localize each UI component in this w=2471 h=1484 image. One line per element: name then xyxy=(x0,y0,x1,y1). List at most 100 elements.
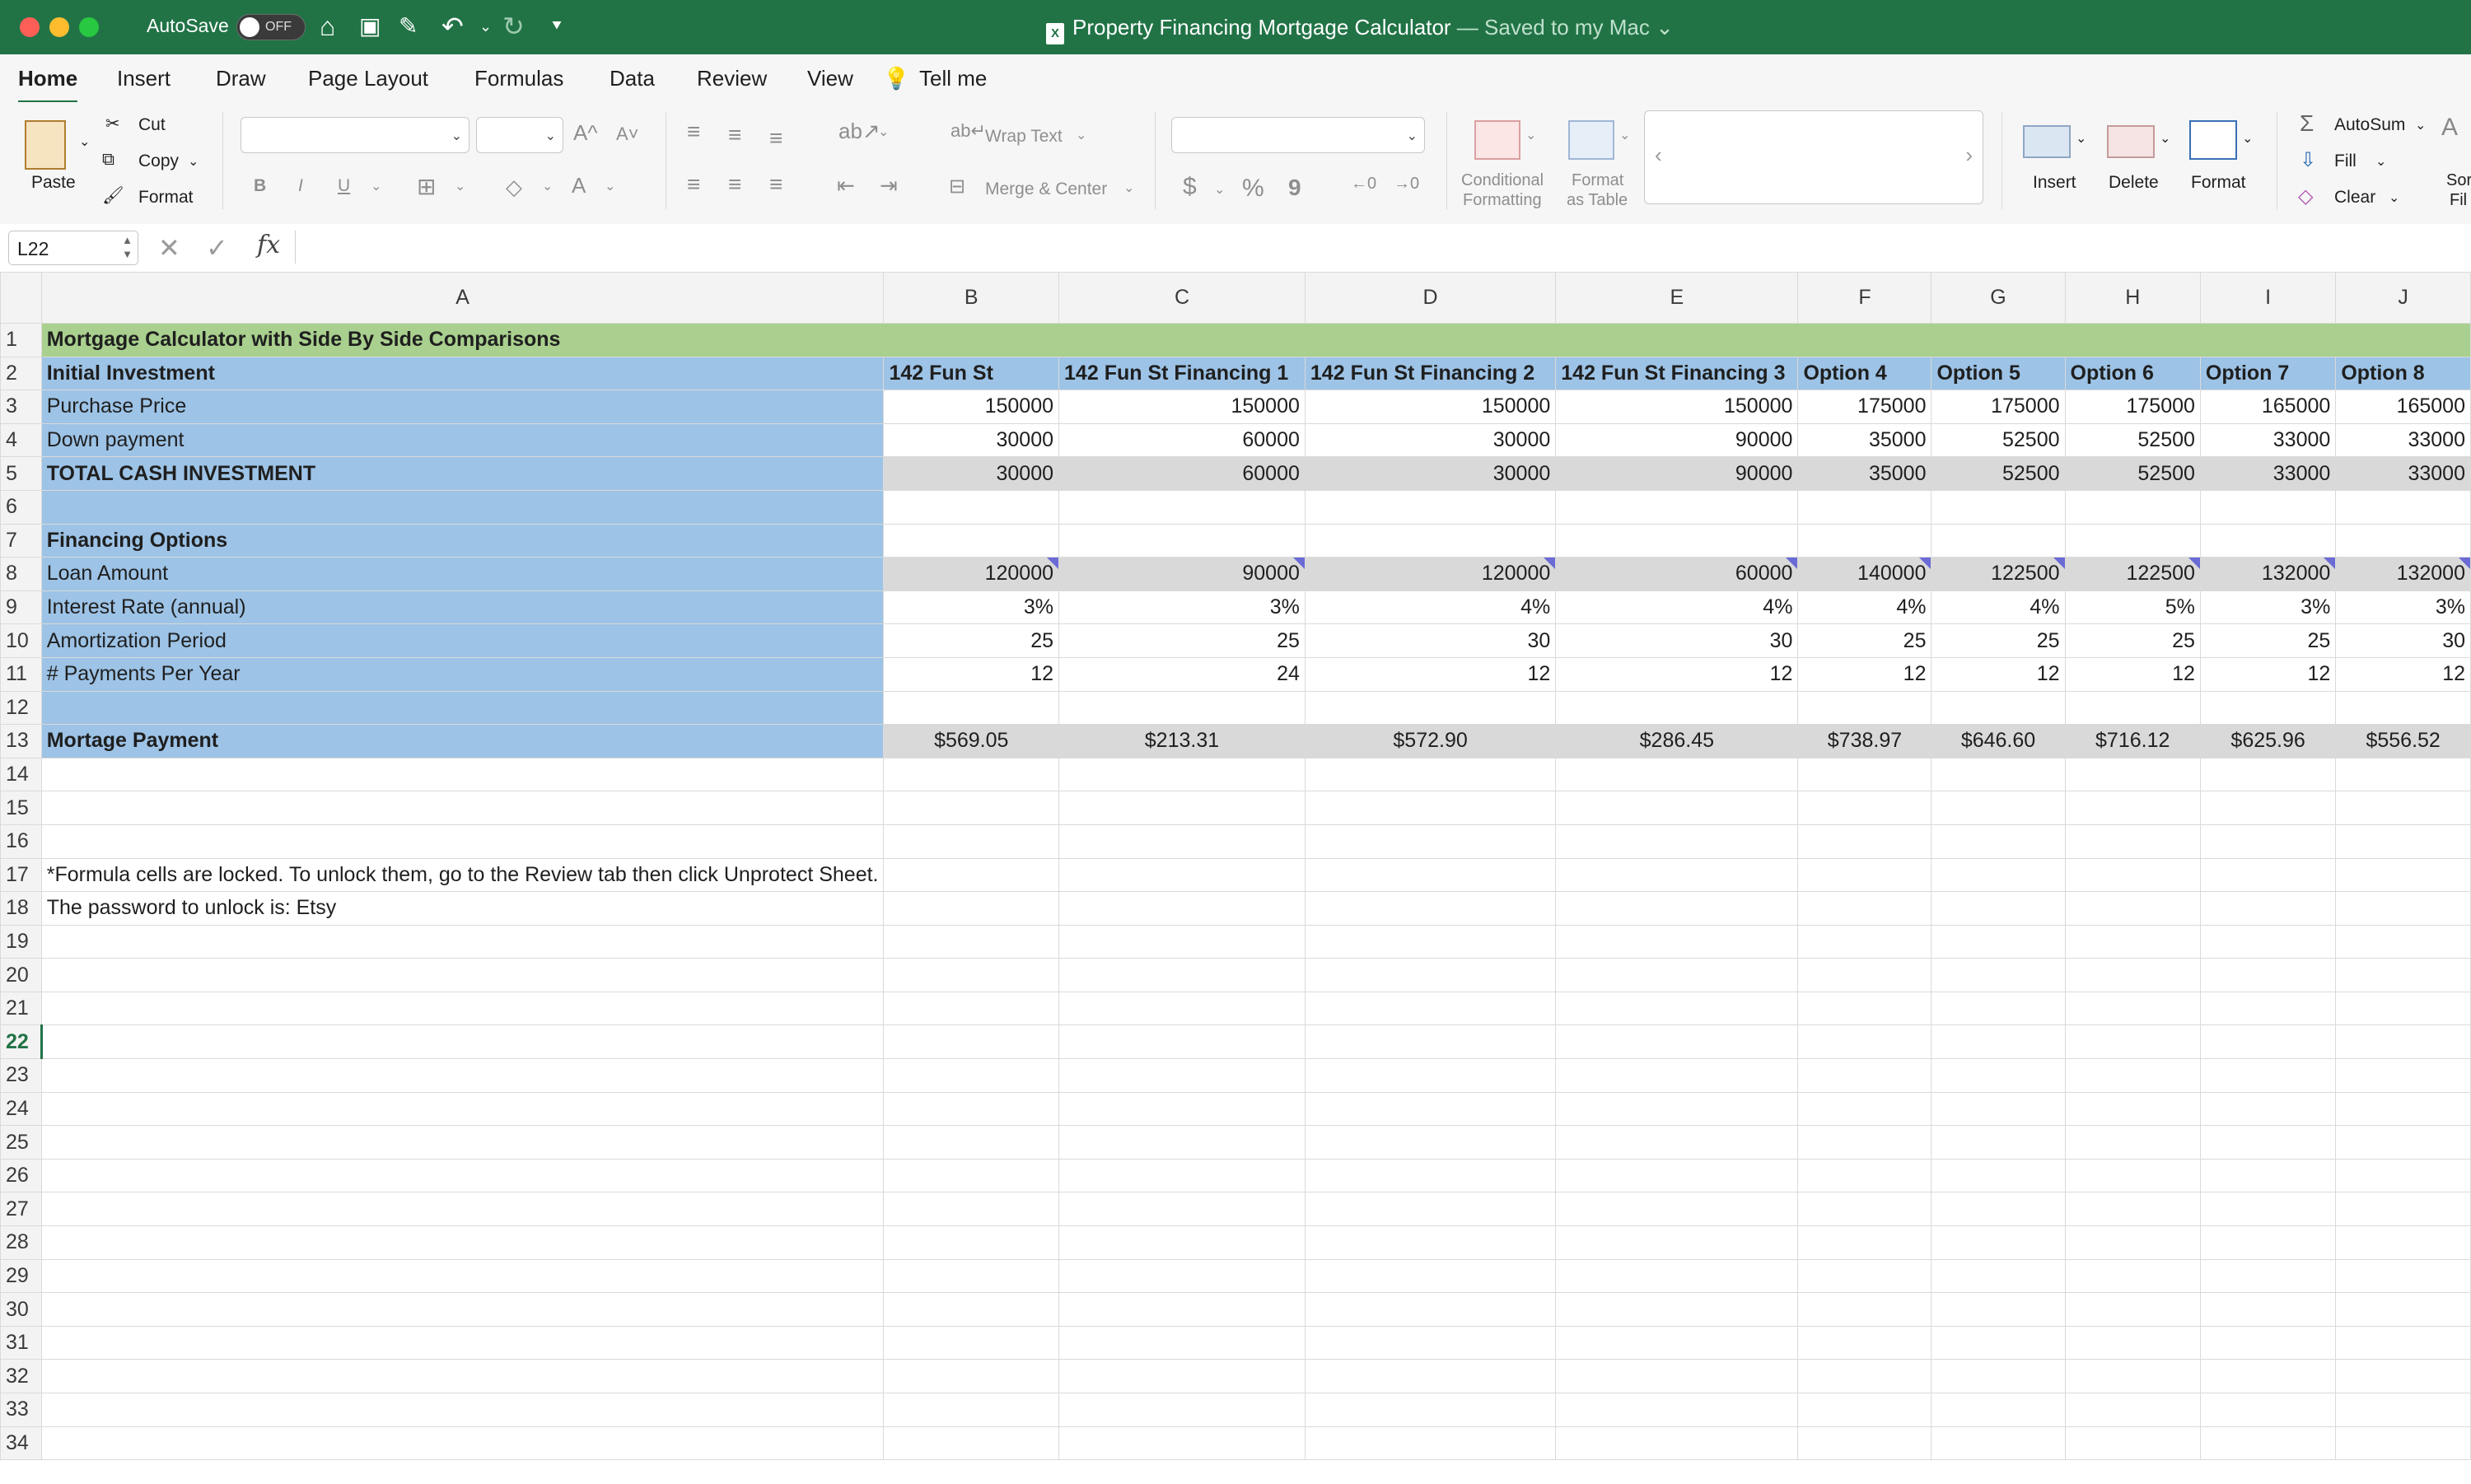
cell[interactable] xyxy=(2335,991,2471,1026)
cell[interactable] xyxy=(40,958,885,992)
cell[interactable] xyxy=(1931,1125,2066,1160)
cell[interactable] xyxy=(2199,891,2337,926)
cell[interactable] xyxy=(1304,924,1557,959)
cell[interactable] xyxy=(40,1058,885,1093)
cell[interactable] xyxy=(883,1158,1060,1193)
cell[interactable]: $572.90 xyxy=(1304,724,1557,758)
cell[interactable] xyxy=(1304,1091,1557,1127)
cell[interactable] xyxy=(883,824,1060,859)
cell[interactable]: 60000 xyxy=(1058,456,1306,491)
tab-draw[interactable]: Draw xyxy=(216,66,266,91)
cell[interactable] xyxy=(1931,1426,2066,1461)
insert-cells-icon[interactable] xyxy=(2023,125,2071,158)
cell[interactable] xyxy=(2335,924,2471,959)
cell[interactable] xyxy=(2064,1024,2201,1060)
format-as-table-label-2[interactable]: as Table xyxy=(1567,191,1628,210)
decrease-decimal-icon[interactable]: →0 xyxy=(1394,175,1419,194)
cell[interactable]: 25 xyxy=(1931,623,2066,658)
select-all-corner[interactable] xyxy=(0,272,42,324)
align-center-icon[interactable]: ≡ xyxy=(728,171,741,198)
row-header[interactable]: 33 xyxy=(0,1393,42,1427)
cell[interactable] xyxy=(1555,1225,1799,1260)
cell[interactable] xyxy=(1797,489,1932,525)
cell[interactable] xyxy=(2064,991,2201,1026)
bold-button[interactable]: B xyxy=(254,176,266,196)
customize-toolbar-icon[interactable]: ⯆ xyxy=(550,10,563,43)
chevron-down-icon[interactable]: ⌄ xyxy=(605,178,615,194)
cell[interactable] xyxy=(1304,489,1557,525)
cell[interactable] xyxy=(1797,1325,1932,1360)
chevron-down-icon[interactable]: ⌄ xyxy=(2242,130,2253,147)
cell[interactable]: 25 xyxy=(1797,623,1932,658)
cell[interactable] xyxy=(1555,523,1799,558)
cell[interactable] xyxy=(1058,1393,1306,1427)
cell[interactable] xyxy=(1555,1158,1799,1193)
cell[interactable] xyxy=(1931,523,2066,558)
autosave-toggle[interactable]: OFF xyxy=(236,14,306,40)
section-label-cell[interactable]: Financing Options xyxy=(40,523,885,558)
cell[interactable]: 33000 xyxy=(2199,422,2337,458)
note-cell[interactable]: The password to unlock is: Etsy xyxy=(40,891,885,926)
cell[interactable]: 52500 xyxy=(2064,456,2201,491)
header-cell[interactable]: 142 Fun St xyxy=(883,356,1060,391)
cell[interactable] xyxy=(2335,1258,2471,1294)
chevron-down-icon[interactable]: ⌄ xyxy=(542,178,553,194)
cell[interactable] xyxy=(1304,523,1557,558)
cell[interactable]: 30000 xyxy=(883,456,1060,491)
cell[interactable]: 90000 xyxy=(1058,557,1306,591)
cell[interactable] xyxy=(1058,757,1306,792)
cell[interactable]: 122500 xyxy=(2064,557,2201,591)
cell[interactable] xyxy=(2064,1125,2201,1160)
cell[interactable] xyxy=(2199,1024,2337,1060)
cell[interactable] xyxy=(1931,1393,2066,1427)
cell[interactable]: 60000 xyxy=(1555,557,1799,591)
row-header[interactable]: 11 xyxy=(0,656,42,692)
row-header[interactable]: 30 xyxy=(0,1292,42,1327)
row-header[interactable]: 9 xyxy=(0,590,42,625)
cell[interactable] xyxy=(1797,523,1932,558)
cell[interactable] xyxy=(2064,489,2201,525)
cell[interactable] xyxy=(1797,1258,1932,1294)
cell[interactable] xyxy=(1797,1393,1932,1427)
underline-button[interactable]: U xyxy=(338,176,350,196)
zoom-window-button[interactable] xyxy=(79,17,99,37)
label-cell[interactable] xyxy=(40,489,885,525)
font-size-select[interactable]: ⌄ xyxy=(476,117,563,153)
row-header[interactable]: 14 xyxy=(0,757,42,792)
cell[interactable]: 33000 xyxy=(2335,422,2471,458)
cell[interactable] xyxy=(883,1125,1060,1160)
cell[interactable]: 12 xyxy=(2335,656,2471,692)
cell[interactable]: 12 xyxy=(1304,656,1557,692)
row-header[interactable]: 6 xyxy=(0,489,42,525)
cell[interactable] xyxy=(1555,1091,1799,1127)
row-header[interactable]: 22 xyxy=(0,1024,43,1060)
cell[interactable]: 175000 xyxy=(1931,390,2066,424)
cell[interactable]: 4% xyxy=(1304,590,1557,625)
stepper-icon[interactable]: ▲ ▼ xyxy=(122,233,133,261)
row-header[interactable]: 32 xyxy=(0,1359,42,1393)
increase-font-size-icon[interactable]: A^ xyxy=(573,120,598,146)
chevron-down-icon[interactable]: ⌄ xyxy=(371,178,381,194)
cell[interactable] xyxy=(1058,1292,1306,1327)
cell[interactable] xyxy=(1304,1192,1557,1227)
cell[interactable] xyxy=(40,1225,885,1260)
align-left-icon[interactable]: ≡ xyxy=(687,171,700,198)
cell[interactable]: 165000 xyxy=(2199,390,2337,424)
row-header[interactable]: 2 xyxy=(0,356,42,391)
cell[interactable]: 12 xyxy=(1555,656,1799,692)
cell[interactable]: 30000 xyxy=(883,422,1060,458)
cell[interactable] xyxy=(2064,1325,2201,1360)
cell[interactable] xyxy=(2335,891,2471,926)
cell[interactable] xyxy=(40,1125,885,1160)
cell[interactable] xyxy=(1058,824,1306,859)
cell[interactable]: 5% xyxy=(2064,590,2201,625)
cell[interactable]: 12 xyxy=(2064,656,2201,692)
cell[interactable] xyxy=(1304,991,1557,1026)
align-bottom-icon[interactable]: ≡ xyxy=(769,125,782,152)
cell[interactable] xyxy=(2335,523,2471,558)
cell[interactable] xyxy=(2199,1158,2337,1193)
cell[interactable] xyxy=(2335,1426,2471,1461)
cell[interactable] xyxy=(1058,1091,1306,1127)
cell[interactable] xyxy=(1304,1058,1557,1093)
cell[interactable]: 12 xyxy=(1931,656,2066,692)
